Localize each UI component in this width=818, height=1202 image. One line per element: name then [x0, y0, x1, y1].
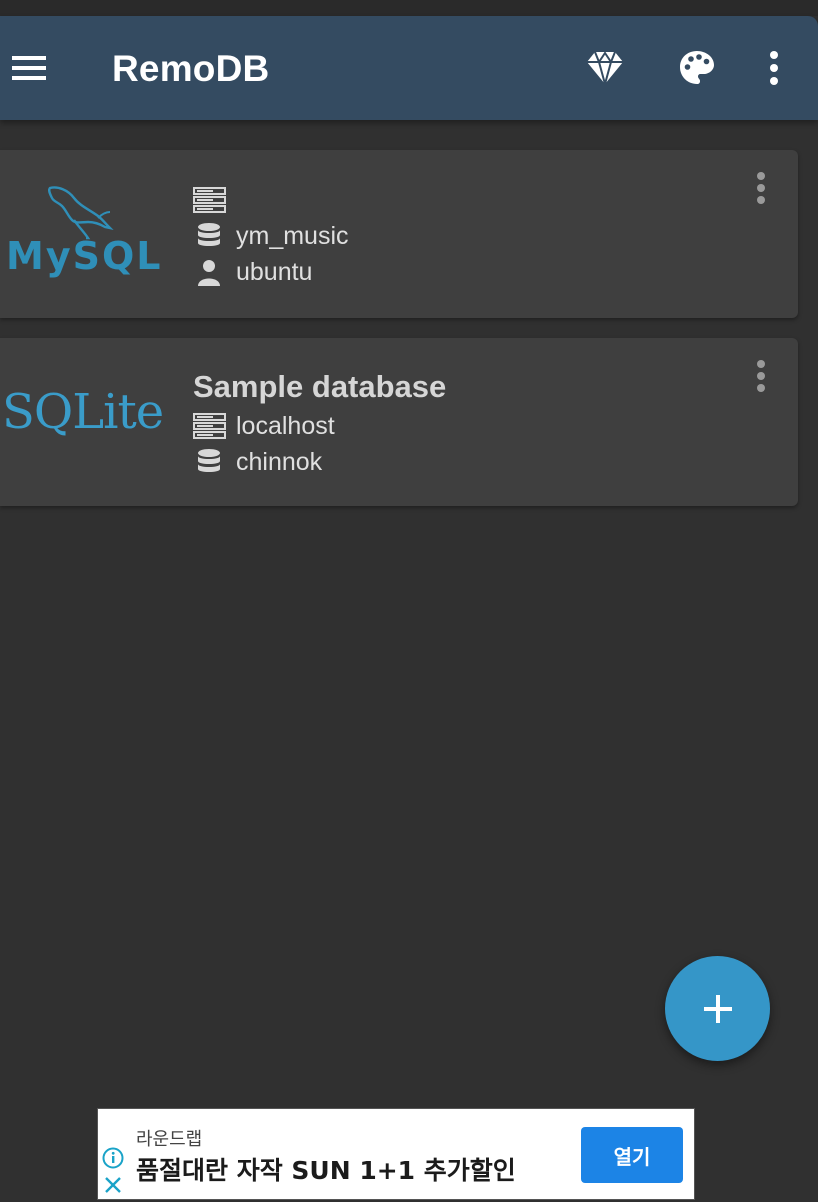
connection-info: Sample database localhost chinnok — [193, 366, 446, 480]
user-icon — [193, 258, 226, 286]
app-title: RemoDB — [112, 48, 270, 89]
server-icon — [193, 412, 226, 440]
more-vert-icon — [757, 172, 765, 180]
premium-button[interactable] — [583, 46, 627, 90]
sqlite-logo-text: SQLite — [2, 384, 164, 440]
ad-close-icon[interactable] — [103, 1175, 123, 1195]
theme-button[interactable] — [675, 46, 719, 90]
mysql-logo-text: MySQL — [6, 234, 163, 278]
connection-title: Sample database — [193, 369, 447, 404]
card-more-button[interactable] — [746, 352, 776, 400]
connection-info: ym_music ubuntu — [193, 182, 349, 290]
connection-card-mysql[interactable]: MySQL ym_music ubuntu — [0, 150, 798, 318]
status-bar — [0, 0, 818, 16]
plus-icon — [703, 994, 732, 1023]
mysql-logo: MySQL — [2, 182, 162, 291]
more-vert-icon — [757, 360, 765, 368]
database-value: ym_music — [236, 221, 349, 250]
user-value: ubuntu — [236, 257, 313, 286]
add-connection-button[interactable] — [665, 956, 770, 1061]
database-row: ym_music — [193, 218, 349, 254]
database-value: chinnok — [236, 447, 323, 476]
palette-icon — [680, 51, 714, 84]
connection-card-sqlite[interactable]: SQLite Sample database localhost chinnok — [0, 338, 798, 506]
ad-headline[interactable]: 품절대란 자작 SUN 1+1 추가할인 — [136, 1151, 516, 1187]
database-icon — [193, 222, 226, 250]
database-icon — [193, 448, 226, 476]
database-row: chinnok — [193, 444, 446, 480]
menu-icon — [12, 56, 46, 80]
ad-info-icon[interactable] — [102, 1147, 124, 1169]
ad-banner[interactable]: 라운드랩 품절대란 자작 SUN 1+1 추가할인 열기 — [97, 1108, 695, 1200]
overflow-menu-button[interactable] — [752, 46, 796, 90]
sqlite-logo: SQLite — [2, 384, 164, 440]
ad-open-button[interactable]: 열기 — [581, 1127, 683, 1183]
host-row — [193, 182, 349, 218]
host-row: localhost — [193, 408, 446, 444]
menu-button[interactable] — [8, 47, 50, 89]
diamond-icon — [587, 51, 623, 86]
user-row: ubuntu — [193, 254, 349, 290]
more-vert-icon — [770, 51, 778, 85]
ad-advertiser: 라운드랩 — [136, 1129, 203, 1150]
server-icon — [193, 186, 226, 214]
host-value: localhost — [236, 411, 335, 440]
app-bar: RemoDB — [0, 16, 818, 120]
card-more-button[interactable] — [746, 164, 776, 212]
